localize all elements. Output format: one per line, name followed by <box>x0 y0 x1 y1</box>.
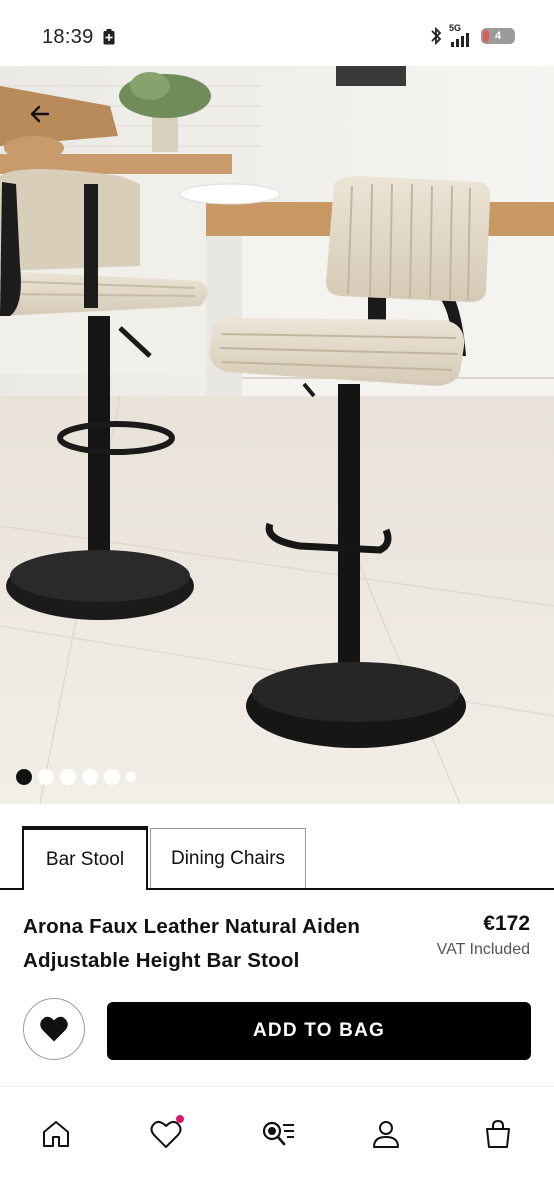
gallery-dot[interactable] <box>16 769 32 785</box>
gallery-dot[interactable] <box>126 772 136 782</box>
wishlist-badge <box>176 1115 184 1123</box>
wishlist-button[interactable] <box>23 998 85 1060</box>
status-time: 18:39 <box>42 26 94 48</box>
product-title: Arona Faux Leather Natural Aiden Adjusta… <box>23 915 361 972</box>
battery-icon: 4 <box>481 28 515 44</box>
battery-level: 4 <box>494 30 502 42</box>
product-price: €172 <box>483 912 530 935</box>
bag-icon <box>486 1119 510 1148</box>
gallery-dot[interactable] <box>104 769 120 785</box>
category-tabs: Bar Stool Dining Chairs <box>0 826 554 890</box>
search-icon <box>262 1121 294 1146</box>
product-image-gallery[interactable] <box>0 66 554 804</box>
network-type: 5G <box>449 23 462 33</box>
tab-bar-stool[interactable]: Bar Stool <box>22 826 148 890</box>
bottom-nav <box>0 1096 554 1172</box>
heart-icon <box>40 1016 68 1042</box>
nav-wishlist[interactable] <box>146 1114 186 1154</box>
gallery-dot[interactable] <box>60 769 76 785</box>
nav-search[interactable] <box>258 1114 298 1154</box>
nav-home[interactable] <box>36 1114 76 1154</box>
battery-saver-icon <box>103 29 115 45</box>
gallery-dot[interactable] <box>38 769 54 785</box>
add-to-bag-button[interactable]: ADD TO BAG <box>107 1002 531 1060</box>
bottom-nav-divider <box>0 1086 554 1087</box>
gallery-pagination <box>16 769 136 785</box>
account-icon <box>373 1121 399 1148</box>
product-image <box>0 66 554 804</box>
nav-account[interactable] <box>366 1114 406 1154</box>
gallery-dot[interactable] <box>82 769 98 785</box>
status-bar: 18:39 5G 4 <box>0 0 554 66</box>
signal-icon: 5G <box>449 23 475 47</box>
back-button[interactable] <box>22 96 58 132</box>
back-arrow-icon <box>30 105 50 123</box>
status-icons: 5G 4 <box>429 23 515 48</box>
tab-dining-chairs[interactable]: Dining Chairs <box>150 828 306 888</box>
bluetooth-icon <box>431 26 442 46</box>
home-icon <box>43 1121 69 1147</box>
nav-bag[interactable] <box>478 1114 518 1154</box>
vat-note: VAT Included <box>436 941 530 958</box>
